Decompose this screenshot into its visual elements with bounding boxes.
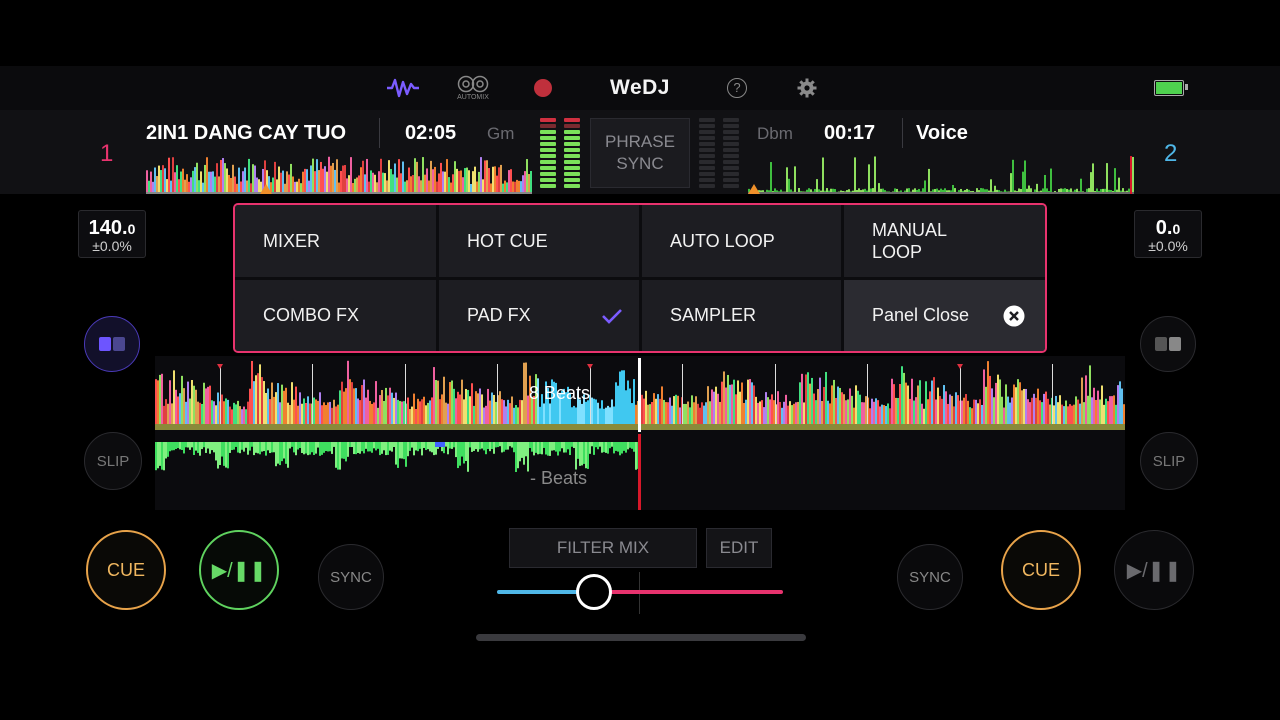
deck2-time: 00:17 [824,122,876,144]
beat-grid-line [497,364,498,424]
deck2-overview-waveform[interactable] [748,150,1134,194]
deck2-cue-button[interactable]: CUE [1001,530,1081,610]
crossfader-knob[interactable] [576,574,613,610]
deck2-slip-button[interactable]: SLIP [1140,432,1198,490]
record-icon[interactable] [532,74,554,102]
deck2-beats-label: - Beats [530,468,588,488]
panel-combo-fx-button[interactable]: COMBO FX [235,280,436,351]
automix-label: AUTOMIX [457,94,489,101]
deck1-bpm: 140. [88,217,128,239]
deck1-level-meter-l [540,118,556,188]
cue-marker [217,364,223,369]
deck2-layout-toggle[interactable] [1140,316,1196,372]
panel-auto-loop-button[interactable]: AUTO LOOP [642,205,841,277]
deck2-number: 2 [1164,140,1178,167]
panel-manual-loop-button[interactable]: MANUAL LOOP [844,205,1045,277]
phrase-sync-line1: PHRASE [605,132,675,151]
deck1-time: 02:05 [405,122,457,144]
app-brand: WeDJ [610,76,670,99]
deck2-key: Dbm [757,124,793,143]
waveform-icon[interactable] [384,74,422,102]
automix-icon [457,75,489,93]
edit-button[interactable]: EDIT [706,528,772,568]
deck1-level-meter-r [564,118,580,188]
panel-hot-cue-button[interactable]: HOT CUE [439,205,639,277]
phrase-sync-line2: SYNC [616,154,664,173]
deck1-bpm-decimal: 0 [127,221,136,237]
beat-grid-line [590,364,591,424]
deck2-playhead [638,434,641,510]
deck2-bpm-display[interactable]: 0.0 ±0.0% [1134,210,1202,258]
deck1-sync-button[interactable]: SYNC [318,544,384,610]
pad-mode-panel: MIXER HOT CUE AUTO LOOP MANUAL LOOP COMB… [233,203,1047,353]
deck2-track-title[interactable]: Voice [916,122,1116,145]
deck1-cue-button[interactable]: CUE [86,530,166,610]
beat-grid-line [1052,364,1053,424]
panel-mixer-button[interactable]: MIXER [235,205,436,277]
automix-button[interactable]: AUTOMIX [452,74,494,102]
deck1-overview-waveform[interactable] [146,150,532,194]
deck2-pitch: ±0.0% [1148,238,1188,254]
deck1-layout-toggle[interactable] [84,316,140,372]
hot-cue-marker [435,442,445,447]
deck2-sync-button[interactable]: SYNC [897,544,963,610]
deck1-playhead [638,358,641,432]
gear-icon[interactable] [794,74,820,102]
deck1-pitch: ±0.0% [92,238,132,254]
filter-mix-button[interactable]: FILTER MIX [509,528,697,568]
close-icon [1003,305,1025,327]
deck1-beats-label: 8 Beats [529,383,591,403]
battery-icon [1152,74,1188,102]
panel-pad-fx-button[interactable]: PAD FX [439,280,639,351]
home-indicator[interactable] [476,634,806,641]
pad-layout-icon [99,337,125,351]
deck1-number: 1 [100,140,114,167]
cue-marker [957,364,963,369]
beat-grid-line [775,364,776,424]
divider [902,118,903,148]
beat-grid-line [312,364,313,424]
pad-layout-icon [1155,337,1181,351]
deck2-bpm: 0. [1155,217,1173,239]
help-icon[interactable]: ? [725,74,749,102]
beat-grid-line [220,364,221,424]
crossfader-right-track [594,590,783,594]
panel-sampler-button[interactable]: SAMPLER [642,280,841,351]
deck2-bpm-decimal: 0 [1172,221,1181,237]
deck1-track-title[interactable]: 2IN1 DANG CAY TUO [146,122,364,145]
deck1-key: Gm [487,124,515,143]
deck1-bpm-display[interactable]: 140.0 ±0.0% [78,210,146,258]
deck1-slip-button[interactable]: SLIP [84,432,142,490]
deck2-level-meter-r [723,118,739,188]
deck2-play-pause-button[interactable]: ▶/❚❚ [1114,530,1194,610]
beat-grid-line [960,364,961,424]
phrase-sync-button[interactable]: PHRASE SYNC [590,118,690,188]
cue-marker [587,364,593,369]
deck2-level-meter-l [699,118,715,188]
panel-close-button[interactable]: Panel Close [844,280,1045,351]
checkmark-icon [602,309,622,324]
beat-grid-line [682,364,683,424]
beat-grid-line [405,364,406,424]
beat-grid-line [867,364,868,424]
deck1-play-pause-button[interactable]: ▶/❚❚ [199,530,279,610]
divider [379,118,380,148]
end-marker [1130,156,1132,194]
